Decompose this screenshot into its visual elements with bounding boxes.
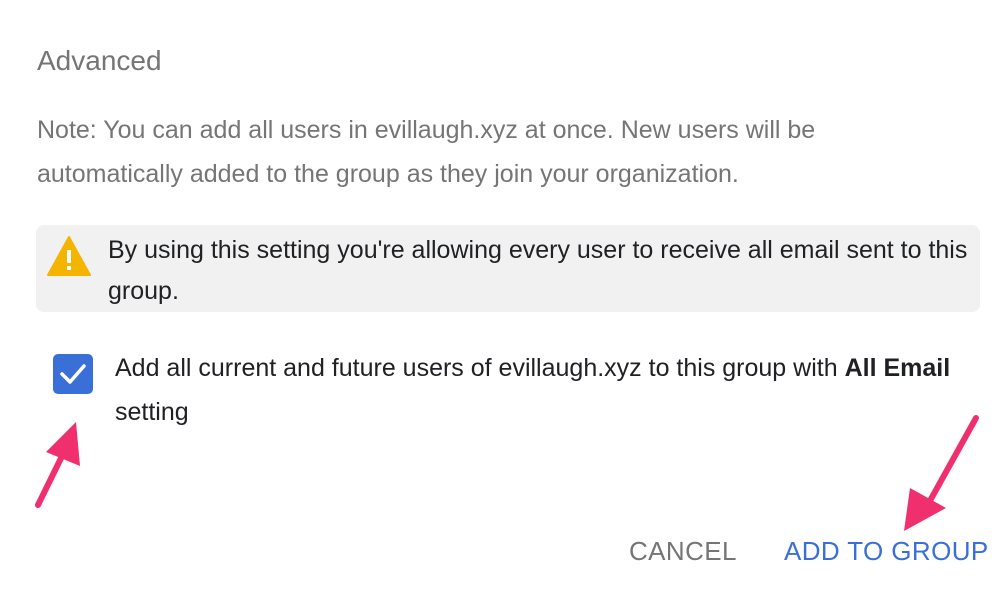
section-title: Advanced [37, 45, 162, 76]
all-email-checkbox-label[interactable]: Add all current and future users of evil… [115, 346, 985, 434]
right-annotation-arrow [904, 415, 979, 531]
warning-text: By using this setting you're allowing ev… [108, 236, 968, 305]
label-prefix: Add all current and future users of evil… [115, 354, 845, 382]
label-suffix: setting [115, 398, 189, 426]
all-email-checkbox[interactable] [53, 354, 93, 394]
cancel-button[interactable]: CANCEL [629, 536, 737, 567]
warning-triangle-icon [47, 236, 91, 276]
note-text: Note: You can add all users in evillaugh… [37, 116, 816, 188]
warning-banner: By using this setting you're allowing ev… [36, 225, 980, 312]
add-to-group-button[interactable]: ADD TO GROUP [784, 536, 989, 567]
label-bold: All Email [844, 354, 951, 382]
check-icon [60, 364, 86, 384]
left-annotation-arrow [35, 422, 80, 508]
